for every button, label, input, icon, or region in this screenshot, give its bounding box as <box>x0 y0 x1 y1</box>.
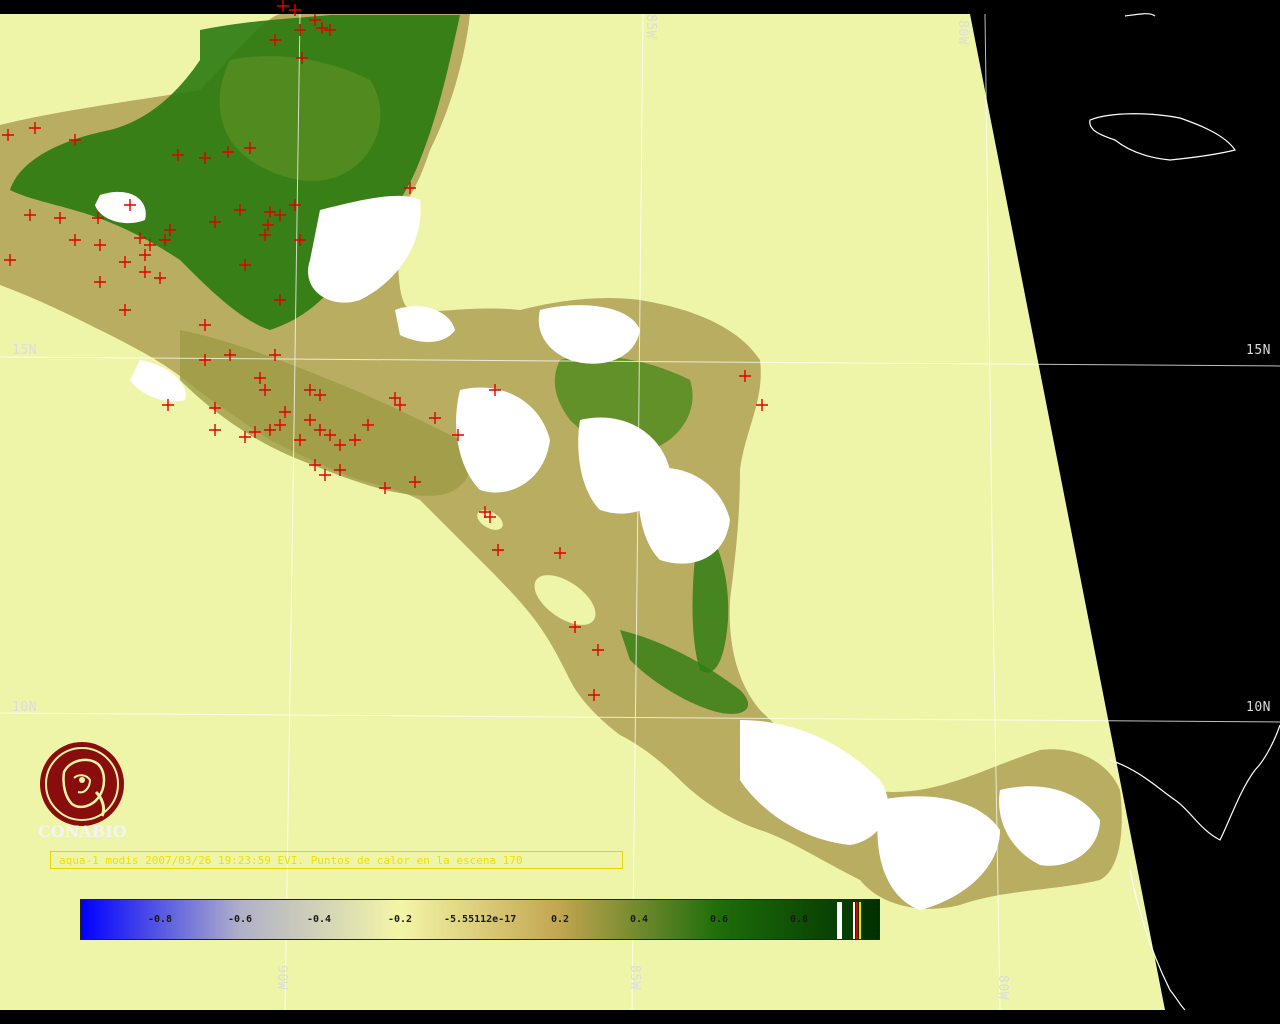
lat-label-10n-left: 10N <box>12 700 37 715</box>
lon-label-80w-top: 80W <box>955 20 970 45</box>
colorbar-end-marker <box>853 902 855 939</box>
colorbar-end-marker <box>856 902 858 939</box>
colorbar-tick-label: -0.6 <box>228 914 253 925</box>
lon-label-85w-bottom: 85W <box>627 965 642 990</box>
colorbar-tick-label: -0.2 <box>388 914 413 925</box>
scene-caption: aqua-1 modis 2007/03/26 19:23:59 EVI. Pu… <box>50 851 623 869</box>
colorbar-tick-label: -0.8 <box>148 914 173 925</box>
colorbar-tick-label: 0.4 <box>630 914 649 925</box>
lon-label-85w-top: 85W <box>643 14 658 39</box>
lat-label-15n-left: 15N <box>12 343 37 358</box>
lat-label-10n-right: 10N <box>1246 700 1271 715</box>
logo-text: CONABIO <box>38 822 127 841</box>
lat-label-15n-right: 15N <box>1246 343 1271 358</box>
colorbar-tick-label: 0.2 <box>551 914 570 925</box>
map-canvas <box>0 0 1280 1024</box>
lon-label-90w-bottom: 90W <box>274 965 289 990</box>
colorbar-end-marker <box>837 902 842 939</box>
colorbar-tick-label: -0.4 <box>307 914 332 925</box>
colorbar-tick-label: 0.8 <box>790 914 809 925</box>
colorbar-end-marker <box>859 902 861 939</box>
colorbar-tick-label: 0.6 <box>710 914 729 925</box>
colorbar-tick-label: -5.55112e-17 <box>444 914 517 925</box>
lon-label-80w-bottom: 80W <box>995 975 1010 1000</box>
